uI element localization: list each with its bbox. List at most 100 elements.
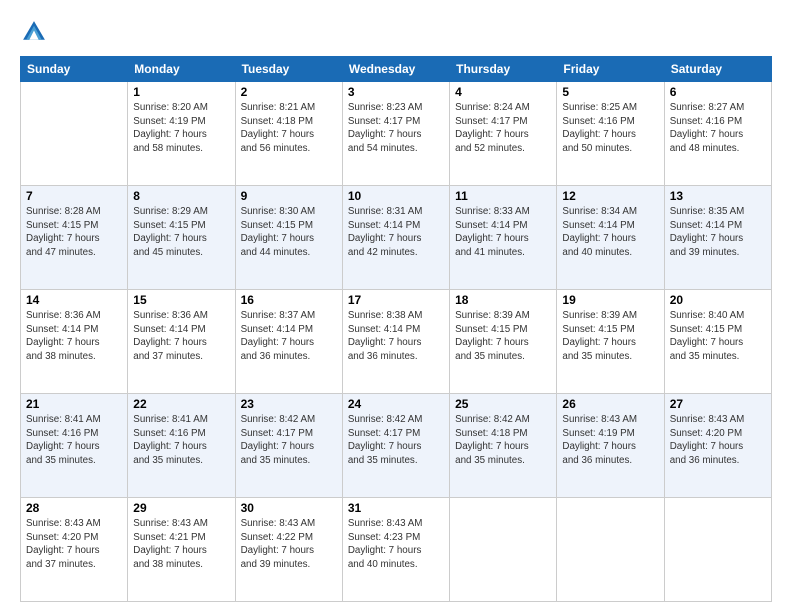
day-info: Sunrise: 8:43 AM Sunset: 4:19 PM Dayligh… bbox=[562, 413, 658, 468]
day-number: 21 bbox=[26, 397, 122, 411]
weekday-wednesday: Wednesday bbox=[342, 57, 449, 82]
calendar-table: SundayMondayTuesdayWednesdayThursdayFrid… bbox=[20, 56, 772, 602]
day-cell-22: 22Sunrise: 8:41 AM Sunset: 4:16 PM Dayli… bbox=[128, 394, 235, 498]
day-number: 16 bbox=[241, 293, 337, 307]
week-row-2: 7 Sunrise: 8:28 AM Sunset: 4:15 PM Daylig… bbox=[21, 186, 772, 290]
day-info: Sunrise: 8:39 AM Sunset: 4:15 PM Dayligh… bbox=[562, 309, 658, 364]
day-cell-12: 12Sunrise: 8:34 AM Sunset: 4:14 PM Dayli… bbox=[557, 186, 664, 290]
day-cell-6: 6 Sunrise: 8:27 AM Sunset: 4:16 PM Daylig… bbox=[664, 82, 771, 186]
day-number: 10 bbox=[348, 189, 444, 203]
day-number: 13 bbox=[670, 189, 766, 203]
day-cell-27: 27Sunrise: 8:43 AM Sunset: 4:20 PM Dayli… bbox=[664, 394, 771, 498]
day-number: 6 bbox=[670, 85, 766, 99]
day-cell-16: 16 Sunrise: 8:37 AM Sunset: 4:14 PM Dayli… bbox=[235, 290, 342, 394]
day-cell-24: 24Sunrise: 8:42 AM Sunset: 4:17 PM Dayli… bbox=[342, 394, 449, 498]
day-info: Sunrise: 8:43 AM Sunset: 4:22 PM Dayligh… bbox=[241, 517, 337, 572]
day-number: 28 bbox=[26, 501, 122, 515]
day-cell-14: 14 Sunrise: 8:36 AM Sunset: 4:14 PM Dayli… bbox=[21, 290, 128, 394]
day-number: 7 bbox=[26, 189, 122, 203]
week-row-4: 21 Sunrise: 8:41 AM Sunset: 4:16 PM Dayli… bbox=[21, 394, 772, 498]
day-info: Sunrise: 8:43 AM Sunset: 4:20 PM Dayligh… bbox=[26, 517, 122, 572]
day-info: Sunrise: 8:31 AM Sunset: 4:14 PM Dayligh… bbox=[348, 205, 444, 260]
day-cell-21: 21 Sunrise: 8:41 AM Sunset: 4:16 PM Dayli… bbox=[21, 394, 128, 498]
day-cell-8: 8 Sunrise: 8:29 AM Sunset: 4:15 PM Daylig… bbox=[128, 186, 235, 290]
day-info: Sunrise: 8:40 AM Sunset: 4:15 PM Dayligh… bbox=[670, 309, 766, 364]
day-info: Sunrise: 8:33 AM Sunset: 4:14 PM Dayligh… bbox=[455, 205, 551, 260]
day-number: 17 bbox=[348, 293, 444, 307]
day-cell-2: 2Sunrise: 8:21 AM Sunset: 4:18 PM Daylig… bbox=[235, 82, 342, 186]
weekday-header-row: SundayMondayTuesdayWednesdayThursdayFrid… bbox=[21, 57, 772, 82]
day-info: Sunrise: 8:42 AM Sunset: 4:17 PM Dayligh… bbox=[241, 413, 337, 468]
weekday-monday: Monday bbox=[128, 57, 235, 82]
day-info: Sunrise: 8:30 AM Sunset: 4:15 PM Dayligh… bbox=[241, 205, 337, 260]
day-number: 14 bbox=[26, 293, 122, 307]
day-info: Sunrise: 8:43 AM Sunset: 4:21 PM Dayligh… bbox=[133, 517, 229, 572]
day-cell-29: 29 Sunrise: 8:43 AM Sunset: 4:21 PM Dayli… bbox=[128, 498, 235, 602]
day-cell-11: 11 Sunrise: 8:33 AM Sunset: 4:14 PM Dayli… bbox=[450, 186, 557, 290]
day-info: Sunrise: 8:28 AM Sunset: 4:15 PM Dayligh… bbox=[26, 205, 122, 260]
day-cell-4: 4 Sunrise: 8:24 AM Sunset: 4:17 PM Daylig… bbox=[450, 82, 557, 186]
empty-cell bbox=[557, 498, 664, 602]
day-info: Sunrise: 8:38 AM Sunset: 4:14 PM Dayligh… bbox=[348, 309, 444, 364]
day-info: Sunrise: 8:24 AM Sunset: 4:17 PM Dayligh… bbox=[455, 101, 551, 156]
day-number: 30 bbox=[241, 501, 337, 515]
day-info: Sunrise: 8:21 AM Sunset: 4:18 PM Dayligh… bbox=[241, 101, 337, 156]
weekday-saturday: Saturday bbox=[664, 57, 771, 82]
empty-cell bbox=[450, 498, 557, 602]
day-info: Sunrise: 8:41 AM Sunset: 4:16 PM Dayligh… bbox=[133, 413, 229, 468]
day-info: Sunrise: 8:35 AM Sunset: 4:14 PM Dayligh… bbox=[670, 205, 766, 260]
day-info: Sunrise: 8:36 AM Sunset: 4:14 PM Dayligh… bbox=[26, 309, 122, 364]
day-cell-28: 28 Sunrise: 8:43 AM Sunset: 4:20 PM Dayli… bbox=[21, 498, 128, 602]
weekday-tuesday: Tuesday bbox=[235, 57, 342, 82]
day-cell-25: 25 Sunrise: 8:42 AM Sunset: 4:18 PM Dayli… bbox=[450, 394, 557, 498]
day-number: 24 bbox=[348, 397, 444, 411]
day-number: 25 bbox=[455, 397, 551, 411]
day-number: 4 bbox=[455, 85, 551, 99]
day-number: 26 bbox=[562, 397, 658, 411]
day-cell-10: 10 Sunrise: 8:31 AM Sunset: 4:14 PM Dayli… bbox=[342, 186, 449, 290]
day-number: 11 bbox=[455, 189, 551, 203]
day-cell-23: 23 Sunrise: 8:42 AM Sunset: 4:17 PM Dayli… bbox=[235, 394, 342, 498]
day-info: Sunrise: 8:25 AM Sunset: 4:16 PM Dayligh… bbox=[562, 101, 658, 156]
day-cell-31: 31 Sunrise: 8:43 AM Sunset: 4:23 PM Dayli… bbox=[342, 498, 449, 602]
day-cell-17: 17 Sunrise: 8:38 AM Sunset: 4:14 PM Dayli… bbox=[342, 290, 449, 394]
day-number: 29 bbox=[133, 501, 229, 515]
day-number: 9 bbox=[241, 189, 337, 203]
day-number: 8 bbox=[133, 189, 229, 203]
day-cell-5: 5 Sunrise: 8:25 AM Sunset: 4:16 PM Daylig… bbox=[557, 82, 664, 186]
day-info: Sunrise: 8:34 AM Sunset: 4:14 PM Dayligh… bbox=[562, 205, 658, 260]
day-cell-13: 13 Sunrise: 8:35 AM Sunset: 4:14 PM Dayli… bbox=[664, 186, 771, 290]
logo bbox=[20, 18, 52, 46]
day-cell-3: 3Sunrise: 8:23 AM Sunset: 4:17 PM Daylig… bbox=[342, 82, 449, 186]
day-number: 19 bbox=[562, 293, 658, 307]
day-number: 18 bbox=[455, 293, 551, 307]
day-cell-9: 9 Sunrise: 8:30 AM Sunset: 4:15 PM Daylig… bbox=[235, 186, 342, 290]
day-cell-20: 20Sunrise: 8:40 AM Sunset: 4:15 PM Dayli… bbox=[664, 290, 771, 394]
day-number: 5 bbox=[562, 85, 658, 99]
day-info: Sunrise: 8:29 AM Sunset: 4:15 PM Dayligh… bbox=[133, 205, 229, 260]
day-info: Sunrise: 8:39 AM Sunset: 4:15 PM Dayligh… bbox=[455, 309, 551, 364]
day-info: Sunrise: 8:41 AM Sunset: 4:16 PM Dayligh… bbox=[26, 413, 122, 468]
week-row-5: 28 Sunrise: 8:43 AM Sunset: 4:20 PM Dayli… bbox=[21, 498, 772, 602]
weekday-thursday: Thursday bbox=[450, 57, 557, 82]
day-info: Sunrise: 8:42 AM Sunset: 4:18 PM Dayligh… bbox=[455, 413, 551, 468]
day-cell-19: 19 Sunrise: 8:39 AM Sunset: 4:15 PM Dayli… bbox=[557, 290, 664, 394]
week-row-3: 14 Sunrise: 8:36 AM Sunset: 4:14 PM Dayli… bbox=[21, 290, 772, 394]
empty-cell bbox=[664, 498, 771, 602]
day-number: 23 bbox=[241, 397, 337, 411]
day-number: 31 bbox=[348, 501, 444, 515]
day-cell-15: 15 Sunrise: 8:36 AM Sunset: 4:14 PM Dayli… bbox=[128, 290, 235, 394]
day-info: Sunrise: 8:37 AM Sunset: 4:14 PM Dayligh… bbox=[241, 309, 337, 364]
day-number: 15 bbox=[133, 293, 229, 307]
page: SundayMondayTuesdayWednesdayThursdayFrid… bbox=[0, 0, 792, 612]
day-number: 27 bbox=[670, 397, 766, 411]
header bbox=[20, 18, 772, 46]
day-cell-7: 7 Sunrise: 8:28 AM Sunset: 4:15 PM Daylig… bbox=[21, 186, 128, 290]
week-row-1: 1Sunrise: 8:20 AM Sunset: 4:19 PM Daylig… bbox=[21, 82, 772, 186]
weekday-friday: Friday bbox=[557, 57, 664, 82]
day-info: Sunrise: 8:27 AM Sunset: 4:16 PM Dayligh… bbox=[670, 101, 766, 156]
day-cell-1: 1Sunrise: 8:20 AM Sunset: 4:19 PM Daylig… bbox=[128, 82, 235, 186]
day-info: Sunrise: 8:36 AM Sunset: 4:14 PM Dayligh… bbox=[133, 309, 229, 364]
day-info: Sunrise: 8:43 AM Sunset: 4:23 PM Dayligh… bbox=[348, 517, 444, 572]
day-cell-18: 18 Sunrise: 8:39 AM Sunset: 4:15 PM Dayli… bbox=[450, 290, 557, 394]
